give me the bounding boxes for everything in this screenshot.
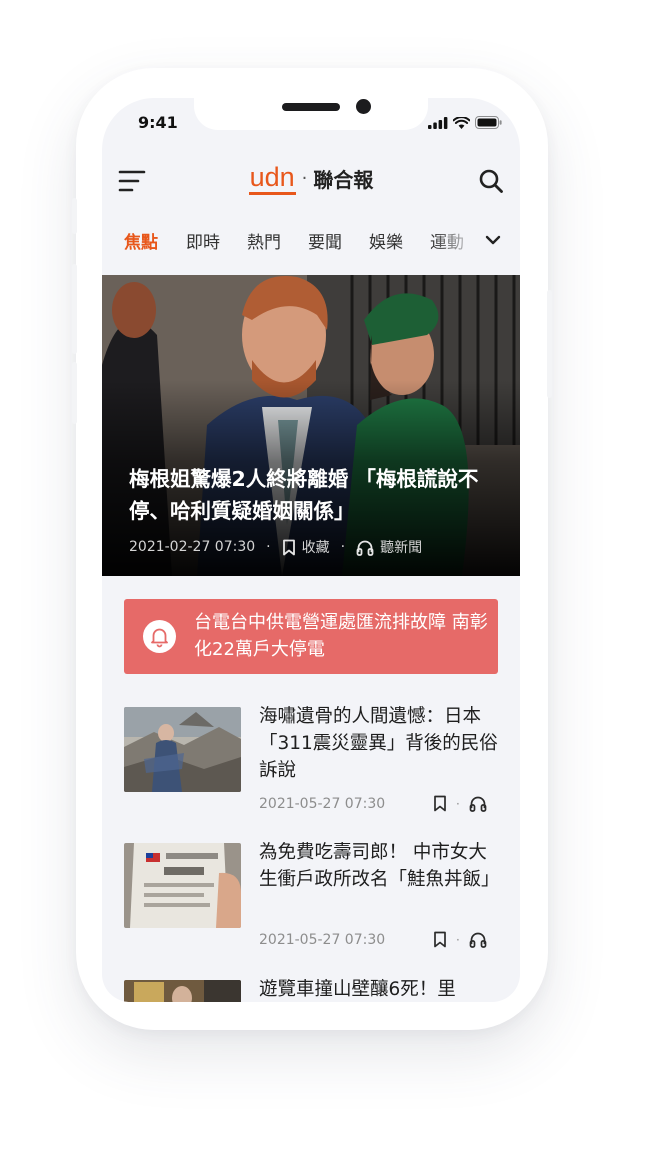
featured-date: 2021-02-27 07:30 — [129, 539, 256, 555]
featured-title[interactable]: 梅根姐驚爆2人終將離婚 「梅根謊說不停、哈利質疑婚姻關係」 — [129, 463, 501, 527]
category-tabs: 焦點 即時 熱門 要聞 娛樂 運動 — [102, 216, 520, 264]
headphones-icon — [356, 540, 374, 556]
tab-entertainment[interactable]: 娛樂 — [369, 228, 403, 253]
wifi-icon — [453, 116, 470, 129]
bookmark-icon — [282, 539, 295, 555]
chevron-down-icon[interactable] — [482, 229, 504, 251]
listen-button[interactable]: 聽新聞 — [356, 537, 422, 557]
alert-text: 台電台中供電營運處匯流排故障 南彰化22萬戶大停電 — [194, 612, 488, 660]
featured-gradient — [102, 275, 520, 576]
search-icon[interactable] — [478, 168, 504, 194]
bookmark-icon[interactable] — [433, 931, 447, 948]
phone-power-button — [547, 290, 552, 398]
logo-name: 聯合報 — [313, 168, 374, 192]
phone-mute-switch — [72, 198, 77, 234]
logo-brand: udn — [248, 162, 296, 195]
bookmark-icon[interactable] — [433, 795, 447, 812]
news-title[interactable]: 為免費吃壽司郎！ 中市女大生衝戶政所改名「鮭魚丼飯」 — [259, 839, 501, 893]
headphones-icon[interactable] — [469, 931, 487, 948]
tab-focus[interactable]: 焦點 — [124, 228, 158, 253]
status-icons — [428, 116, 502, 129]
tab-realtime[interactable]: 即時 — [186, 228, 220, 253]
app-header: udn · 聯合報 — [102, 158, 520, 204]
news-date: 2021-05-27 07:30 — [259, 932, 386, 948]
listen-label: 聽新聞 — [380, 540, 423, 556]
news-thumbnail — [124, 843, 241, 928]
meta-separator: · — [456, 796, 460, 811]
status-time: 9:41 — [138, 113, 178, 132]
featured-story[interactable]: 梅根姐驚爆2人終將離婚 「梅根謊說不停、哈利質疑婚姻關係」 2021-02-27… — [102, 275, 520, 576]
news-date: 2021-05-27 07:30 — [259, 796, 386, 812]
bookmark-button[interactable]: 收藏 — [282, 537, 330, 557]
bell-icon — [151, 628, 168, 648]
phone-volume-down — [72, 362, 77, 424]
app-screen: 9:41 udn · 聯合報 焦點 即時 熱門 要聞 娛樂 梅根姐驚爆2人終將離… — [102, 98, 520, 1002]
signal-icon — [428, 116, 448, 129]
notch — [194, 98, 428, 130]
news-title[interactable]: 海嘯遺骨的人間遺憾：日本「311震災靈異」背後的民俗訴說 — [259, 703, 501, 784]
meta-separator: · — [266, 539, 271, 555]
front-camera — [356, 99, 371, 114]
battery-icon — [475, 116, 502, 129]
tabs-fade — [432, 222, 480, 256]
news-title[interactable]: 遊覽車撞山壁釀6死！里 — [259, 976, 501, 1002]
tab-headlines[interactable]: 要聞 — [308, 228, 342, 253]
bookmark-label: 收藏 — [301, 540, 330, 556]
app-logo[interactable]: udn · 聯合報 — [102, 162, 520, 195]
news-actions: · — [433, 931, 487, 948]
news-thumbnail — [124, 980, 241, 1002]
phone-volume-up — [72, 264, 77, 354]
alert-bell-badge — [143, 620, 176, 653]
news-thumbnail — [124, 707, 241, 792]
logo-separator: · — [301, 168, 308, 189]
speaker — [282, 103, 340, 111]
meta-separator: · — [340, 539, 346, 555]
news-actions: · — [433, 795, 487, 812]
headphones-icon[interactable] — [469, 795, 487, 812]
featured-meta: 2021-02-27 07:30 · 收藏 · 聽新聞 — [129, 537, 422, 557]
breaking-alert[interactable]: 台電台中供電營運處匯流排故障 南彰化22萬戶大停電 — [124, 599, 498, 674]
meta-separator: · — [456, 932, 460, 947]
tab-popular[interactable]: 熱門 — [247, 228, 281, 253]
